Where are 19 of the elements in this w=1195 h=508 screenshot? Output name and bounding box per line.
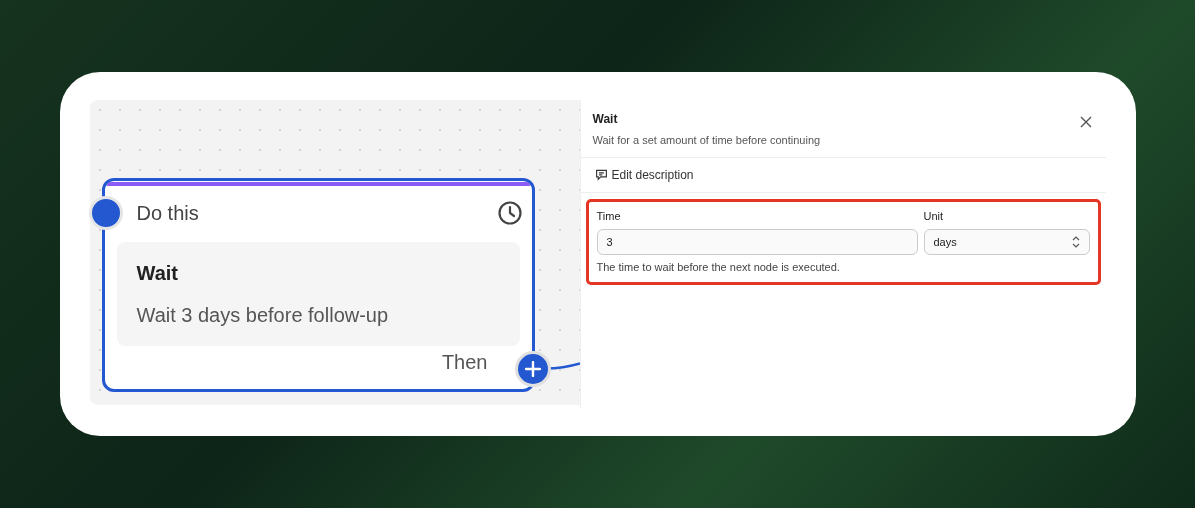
plus-icon <box>524 361 541 377</box>
unit-label: Unit <box>923 208 945 224</box>
node-header: Do this <box>136 201 199 226</box>
input-port[interactable] <box>88 196 123 230</box>
close-icon <box>1079 116 1092 128</box>
chevron-updown-icon <box>1071 236 1080 248</box>
edit-description-button[interactable]: Edit description <box>594 165 694 184</box>
speech-bubble-icon <box>594 168 608 181</box>
workflow-node[interactable]: Do this Wait Wait 3 days before follow-up Then <box>101 178 535 392</box>
time-field[interactable]: 3 <box>596 229 918 255</box>
unit-select[interactable]: days <box>923 229 1090 255</box>
panel-subtitle: Wait for a set amount of time before continuing <box>592 133 821 148</box>
time-help-text: The time to wait before the next node is executed. <box>596 260 841 275</box>
panel-title: Wait <box>592 111 619 128</box>
clock-icon <box>497 201 522 225</box>
node-footer: Then <box>441 347 488 377</box>
node-description: Wait 3 days before follow-up <box>136 303 390 328</box>
node-title: Wait <box>136 261 179 286</box>
time-label: Time <box>596 208 622 224</box>
